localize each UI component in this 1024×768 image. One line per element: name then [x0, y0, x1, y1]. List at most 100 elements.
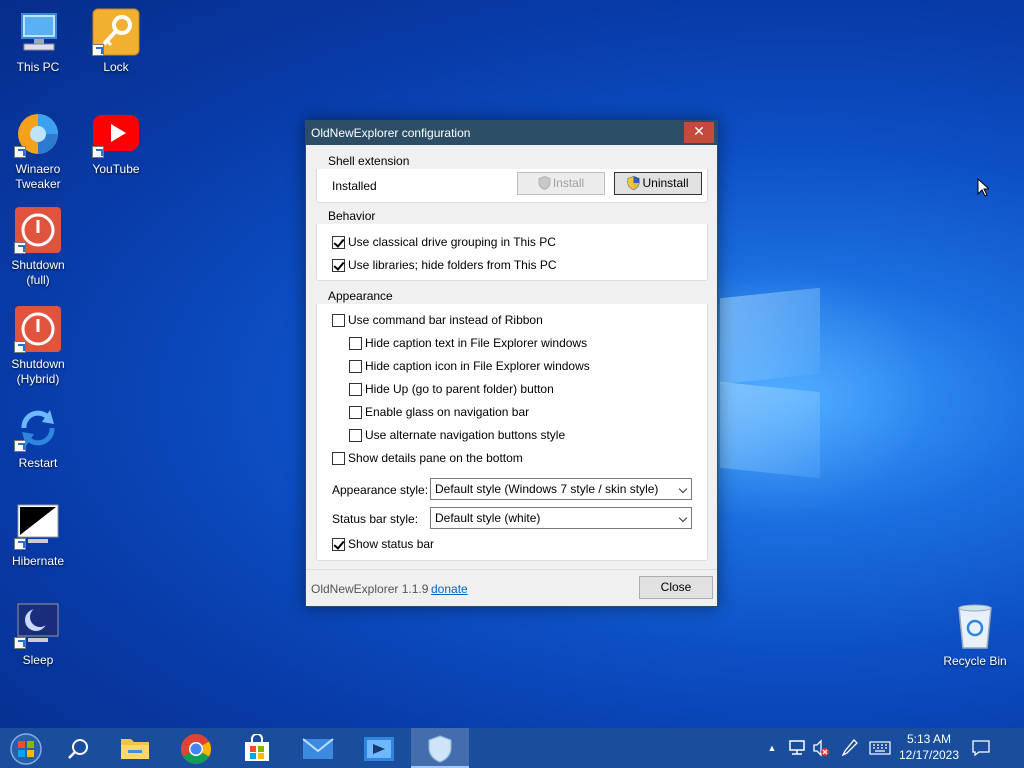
status-bar-style-select[interactable]: Default style (white) [430, 507, 692, 529]
libraries-checkbox[interactable] [332, 259, 345, 272]
desktop-icon-label: YouTube [92, 162, 140, 176]
hibernate-icon [14, 502, 62, 550]
start-button[interactable] [0, 728, 52, 768]
hide-caption-text-checkbox[interactable] [349, 337, 362, 350]
install-label: Install [552, 176, 585, 190]
chevron-down-icon [678, 513, 688, 523]
desktop-icon-hibernate[interactable]: Hibernate [0, 502, 76, 569]
details-pane-label: Show details pane on the bottom [348, 451, 523, 465]
chrome-icon [180, 734, 212, 765]
desktop-icon-label: Sleep [22, 653, 54, 667]
shortcut-arrow-icon [14, 146, 26, 158]
donate-link[interactable]: donate [431, 582, 468, 596]
shortcut-arrow-icon [14, 242, 26, 254]
desktop-icon-restart[interactable]: Restart [0, 404, 76, 471]
search-icon [68, 739, 88, 759]
desktop-icon-youtube[interactable]: YouTube [78, 110, 154, 177]
dialog-footer: OldNewExplorer 1.1.9 donate Close [306, 569, 717, 606]
notification-center-icon[interactable] [972, 739, 990, 757]
alternate-nav-style-label: Use alternate navigation buttons style [365, 428, 566, 442]
chevron-down-icon [678, 484, 688, 494]
install-status: Installed [332, 179, 377, 193]
titlebar-close-button[interactable]: ✕ [684, 122, 714, 143]
desktop-icon-winaero-tweaker[interactable]: Winaero Tweaker [0, 110, 76, 192]
command-bar-label: Use command bar instead of Ribbon [348, 313, 543, 327]
status-bar-style-label: Status bar style: [332, 512, 419, 526]
appearance-group: Appearance Use command bar instead of Ri… [316, 289, 708, 561]
youtube-icon [92, 110, 140, 158]
uninstall-button[interactable]: Uninstall [614, 172, 702, 195]
status-bar-style-value: Default style (white) [435, 511, 541, 525]
desktop-icon-label: Lock [103, 60, 129, 74]
desktop-icon-shutdown-full[interactable]: Shutdown (full) [0, 206, 76, 288]
command-bar-checkbox[interactable] [332, 314, 345, 327]
taskbar-app-explorer[interactable] [350, 728, 408, 768]
group-title: Shell extension [325, 154, 413, 168]
shortcut-arrow-icon [14, 341, 26, 353]
tray-chevron-up-icon[interactable]: ▲ [765, 740, 779, 756]
hide-up-button-checkbox[interactable] [349, 383, 362, 396]
uac-shield-icon [628, 176, 640, 190]
explorer-app-icon [364, 737, 394, 761]
appearance-style-label: Appearance style: [332, 483, 429, 497]
drive-grouping-label: Use classical drive grouping in This PC [348, 235, 556, 249]
desktop-icon-label: Winaero Tweaker [15, 162, 61, 191]
search-button[interactable] [53, 728, 103, 768]
desktop-icon-lock[interactable]: Lock [78, 8, 154, 75]
clock-time: 5:13 AM [906, 732, 952, 746]
libraries-label: Use libraries; hide folders from This PC [348, 258, 557, 272]
desktop-icon-label: Shutdown (Hybrid) [11, 357, 65, 386]
desktop-icon-label: Recycle Bin [943, 654, 1007, 668]
desktop-icon-label: This PC [16, 60, 60, 74]
details-pane-checkbox[interactable] [332, 452, 345, 465]
version-label: OldNewExplorer 1.1.9 [311, 582, 429, 596]
taskbar: ▲ 5:13 AM 12/17/2023 [0, 728, 1024, 768]
desktop-icon-label: Shutdown (full) [11, 258, 65, 287]
uac-shield-icon [538, 176, 551, 190]
sleep-icon [14, 601, 62, 649]
clock-date: 12/17/2023 [898, 748, 960, 762]
appearance-style-select[interactable]: Default style (Windows 7 style / skin st… [430, 478, 692, 500]
keyboard-icon[interactable] [869, 741, 891, 755]
desktop-icon-label: Restart [18, 456, 58, 470]
hide-caption-icon-label: Hide caption icon in File Explorer windo… [365, 359, 590, 373]
show-status-bar-checkbox[interactable] [332, 538, 345, 551]
shortcut-arrow-icon [14, 637, 26, 649]
desktop-icon-sleep[interactable]: Sleep [0, 601, 76, 668]
dialog-title: OldNewExplorer configuration [311, 126, 471, 140]
store-icon [245, 734, 269, 761]
taskbar-mail[interactable] [289, 728, 347, 768]
pen-icon[interactable] [842, 739, 858, 757]
desktop-icon-shutdown-hybrid[interactable]: Shutdown (Hybrid) [0, 305, 76, 387]
taskbar-store[interactable] [228, 728, 286, 768]
clock[interactable]: 5:13 AM 12/17/2023 [896, 731, 962, 763]
drive-grouping-checkbox[interactable] [332, 236, 345, 249]
mouse-cursor-icon [977, 178, 989, 197]
volume-muted-icon[interactable] [812, 739, 830, 757]
alternate-nav-style-checkbox[interactable] [349, 429, 362, 442]
winaero-tweaker-icon [14, 110, 62, 158]
network-icon[interactable] [788, 740, 806, 756]
key-icon [92, 8, 140, 56]
hide-caption-icon-checkbox[interactable] [349, 360, 362, 373]
taskbar-oldnewexplorer[interactable] [411, 728, 469, 768]
close-button[interactable]: Close [639, 576, 713, 599]
desktop-icon-recycle-bin[interactable]: Recycle Bin [937, 602, 1013, 669]
shortcut-arrow-icon [92, 44, 104, 56]
shortcut-arrow-icon [14, 538, 26, 550]
taskbar-file-explorer[interactable] [106, 728, 164, 768]
group-title: Appearance [325, 289, 396, 303]
enable-glass-checkbox[interactable] [349, 406, 362, 419]
dialog-titlebar[interactable]: OldNewExplorer configuration ✕ [306, 121, 717, 145]
power-icon [14, 206, 62, 254]
power-icon [14, 305, 62, 353]
close-icon: ✕ [693, 124, 705, 140]
desktop-icon-this-pc[interactable]: This PC [0, 8, 76, 75]
install-button[interactable]: Install [517, 172, 605, 195]
taskbar-chrome[interactable] [167, 728, 225, 768]
appearance-style-value: Default style (Windows 7 style / skin st… [435, 482, 659, 496]
start-orb-icon [10, 733, 42, 765]
hide-up-button-label: Hide Up (go to parent folder) button [365, 382, 554, 396]
behavior-group: Behavior Use classical drive grouping in… [316, 209, 708, 281]
group-title: Behavior [325, 209, 379, 223]
